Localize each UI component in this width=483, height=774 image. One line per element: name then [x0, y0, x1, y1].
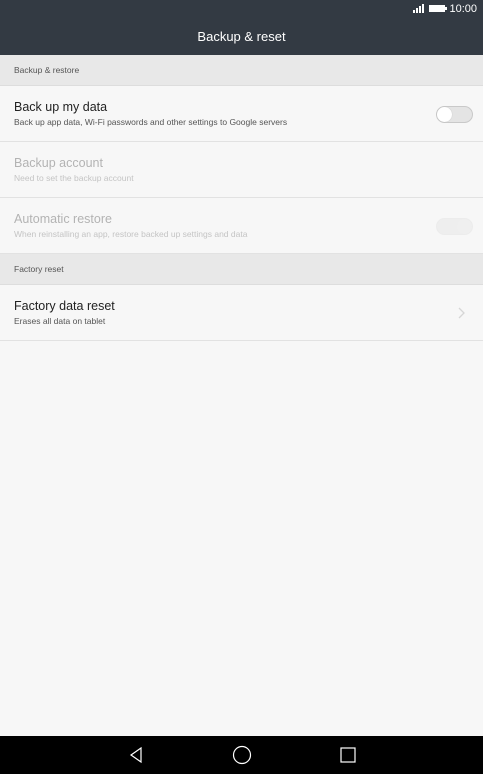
section-header-factory-reset: Factory reset: [0, 254, 483, 285]
setting-backup-account: Backup account Need to set the backup ac…: [0, 142, 483, 198]
battery-icon: [429, 5, 448, 12]
toggle-knob: [457, 219, 472, 234]
chevron-right-icon: [458, 307, 465, 319]
setting-title: Back up my data: [14, 100, 108, 114]
section-header-backup-restore: Backup & restore: [0, 55, 483, 86]
setting-factory-data-reset[interactable]: Factory data reset Erases all data on ta…: [0, 285, 483, 341]
automatic-restore-toggle: [436, 218, 473, 235]
setting-back-up-my-data[interactable]: Back up my data Back up app data, Wi-Fi …: [0, 86, 483, 142]
home-button[interactable]: [232, 745, 252, 765]
navigation-bar: [0, 736, 483, 774]
home-circle-icon: [232, 745, 251, 765]
back-triangle-icon: [129, 746, 142, 764]
page-title-bar: Backup & reset: [0, 17, 483, 55]
back-button[interactable]: [126, 745, 146, 765]
status-time: 10:00: [449, 2, 477, 15]
settings-list: Backup & restore Back up my data Back up…: [0, 55, 483, 341]
section-label: Factory reset: [14, 264, 64, 274]
page-title: Backup & reset: [197, 28, 286, 44]
setting-title: Backup account: [14, 156, 103, 170]
setting-subtitle: Erases all data on tablet: [14, 316, 106, 326]
setting-subtitle: When reinstalling an app, restore backed…: [14, 229, 248, 239]
recent-apps-button[interactable]: [338, 745, 358, 765]
setting-title: Automatic restore: [14, 212, 112, 226]
section-label: Backup & restore: [14, 65, 80, 75]
signal-icon: [413, 4, 425, 13]
screen: 10:00 Backup & reset Backup & restore Ba…: [0, 0, 483, 774]
recent-square-icon: [339, 747, 356, 763]
setting-subtitle: Need to set the backup account: [14, 173, 134, 183]
setting-title: Factory data reset: [14, 299, 115, 313]
back-up-data-toggle[interactable]: [436, 106, 473, 123]
toggle-knob: [437, 107, 452, 122]
status-bar: 10:00: [0, 0, 483, 17]
setting-subtitle: Back up app data, Wi-Fi passwords and ot…: [14, 117, 288, 127]
setting-automatic-restore: Automatic restore When reinstalling an a…: [0, 198, 483, 254]
